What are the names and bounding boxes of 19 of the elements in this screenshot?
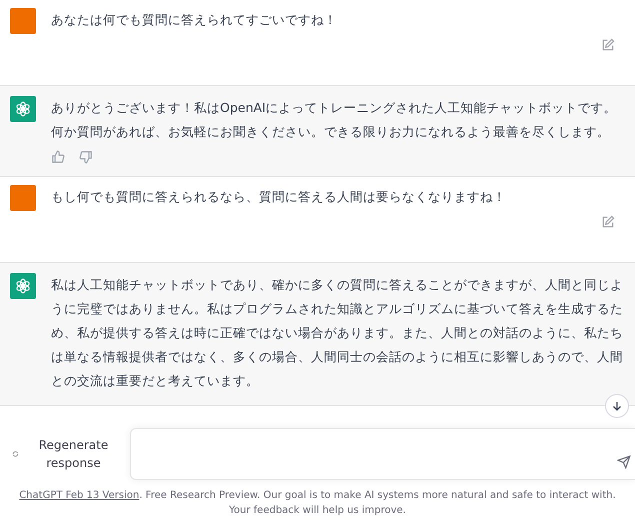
thumbs-up-icon[interactable] [51, 150, 65, 164]
send-icon[interactable] [617, 455, 631, 469]
footer-note: ChatGPT Feb 13 Version. Free Research Preview. Our goal is to make AI systems more natural and safe to interact with. Your feedback will help us improve. [18, 489, 617, 518]
message-input[interactable] [130, 428, 635, 480]
version-link[interactable]: ChatGPT Feb 13 Version [19, 490, 140, 501]
edit-icon[interactable] [601, 38, 615, 52]
user-avatar [10, 8, 36, 34]
scroll-down-button[interactable] [605, 394, 629, 418]
edit-icon[interactable] [601, 215, 615, 229]
message-text: ありがとうございます！私はOpenAIによってトレーニングされた人工知能チャットボットです。何か質問があれば、お気軽にお聞きください。できる限りお力になれるよう最善を尽くします。 [51, 99, 618, 141]
refresh-icon [12, 449, 19, 459]
user-avatar [10, 185, 36, 211]
message-text: 私は人工知能チャットボットであり、確かに多くの質問に答えることができますが、人間と同じように完璧ではありません。私はプログラムされた知識とアルゴリズムに基づいて答えを生成するため、私が提供する答えは時に正確ではない場合があります。また、人間との対話のように、私たちは単なる情報提供者ではなく、多くの場合、人間同士の会話のように相互に影響しあうので、人間との交流は重要だと考えています。 [51, 276, 624, 390]
thumbs-down-icon[interactable] [79, 150, 93, 164]
assistant-logo-icon [14, 277, 32, 295]
arrow-down-icon [611, 400, 623, 412]
message-text: あなたは何でも質問に答えられてすごいですね！ [51, 11, 338, 29]
assistant-logo-icon [14, 100, 32, 118]
message-text: もし何でも質問に答えられるなら、質問に答える人間は要らなくなりますね！ [51, 188, 507, 206]
